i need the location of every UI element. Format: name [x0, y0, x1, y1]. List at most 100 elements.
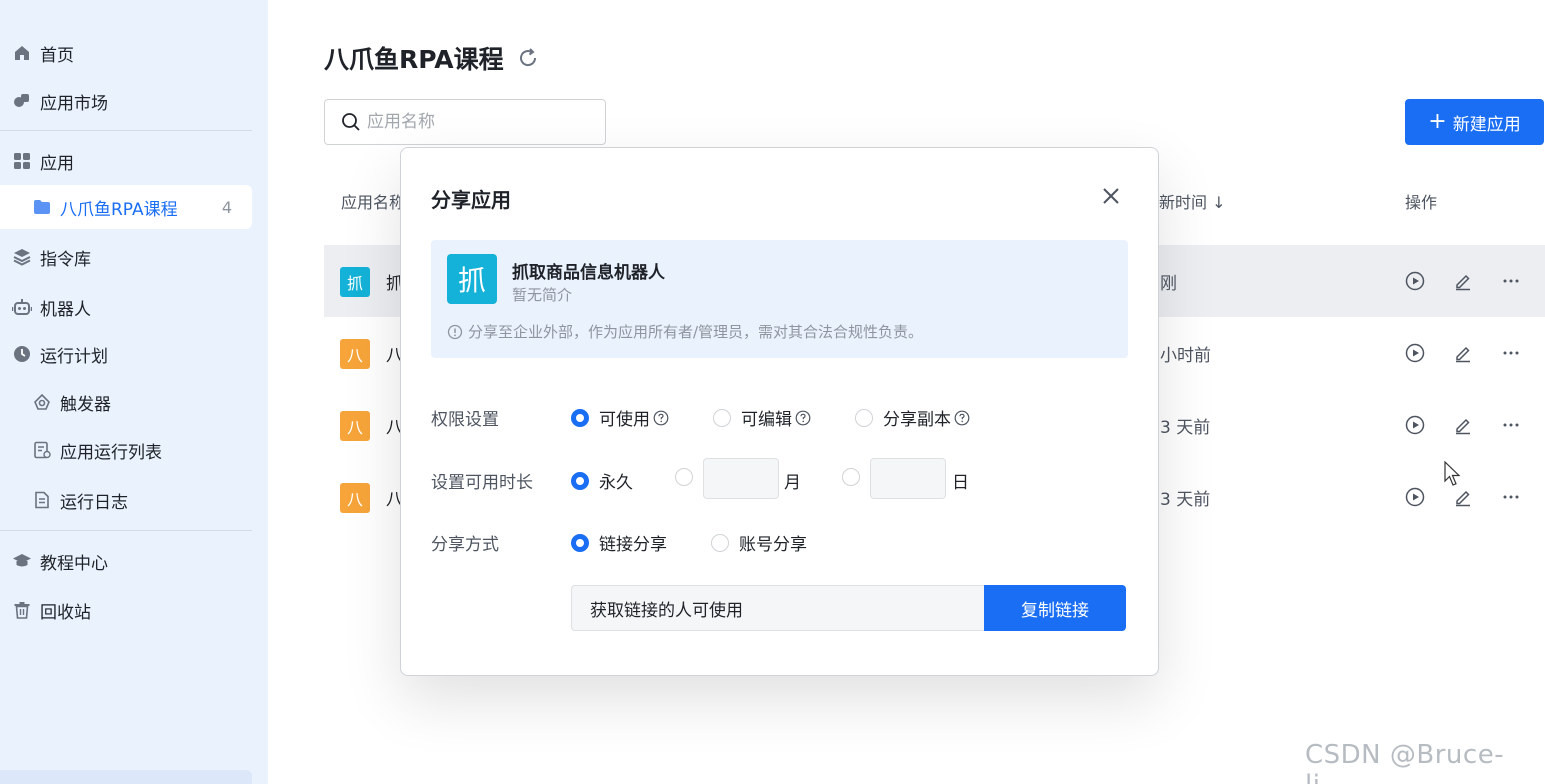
robot-icon — [12, 297, 32, 317]
nav-schedule-label: 运行计划 — [40, 346, 108, 367]
app-name: 抓取商品信息机器人 — [512, 263, 665, 283]
help-icon[interactable] — [653, 410, 669, 426]
nav-trigger[interactable]: 触发器 — [0, 380, 252, 424]
run-list-icon — [32, 440, 52, 460]
radio-label: 可编辑 — [741, 410, 792, 430]
month-unit: 月 — [784, 473, 801, 493]
permission-radio-copy[interactable]: 分享副本 — [855, 405, 970, 430]
radio-label: 分享副本 — [883, 410, 951, 430]
copy-link-button[interactable]: 复制链接 — [984, 585, 1126, 631]
search-box[interactable] — [324, 99, 606, 145]
day-unit: 日 — [952, 473, 969, 493]
share-radio-account[interactable]: 账号分享 — [711, 530, 807, 555]
market-icon — [12, 91, 32, 111]
run-icon[interactable] — [1404, 342, 1426, 364]
radio-checked — [571, 471, 589, 490]
new-app-button[interactable]: + 新建应用 — [1405, 99, 1544, 145]
run-icon[interactable] — [1404, 270, 1426, 292]
nav-home-label: 首页 — [40, 45, 74, 66]
app-tile: 八 — [340, 483, 370, 513]
nav-apps[interactable]: 应用 — [0, 139, 252, 183]
radio-unchecked — [842, 468, 860, 486]
edit-icon[interactable] — [1452, 342, 1474, 364]
nav-run-log-label: 运行日志 — [60, 492, 128, 513]
app-tile: 抓 — [340, 267, 370, 297]
help-icon[interactable] — [795, 410, 811, 426]
more-icon[interactable] — [1500, 342, 1522, 364]
duration-label: 设置可用时长 — [431, 473, 533, 493]
duration-radio-forever[interactable]: 永久 — [571, 468, 633, 493]
app-tile: 八 — [340, 411, 370, 441]
compliance-notice: 分享至企业外部，作为应用所有者/管理员，需对其合法合规性负责。 — [447, 321, 923, 342]
nav-app-run-list[interactable]: 应用运行列表 — [0, 428, 252, 472]
nav-command-library[interactable]: 指令库 — [0, 235, 252, 279]
more-icon[interactable] — [1500, 270, 1522, 292]
nav-app-run-list-label: 应用运行列表 — [60, 442, 162, 463]
app-info-card: 抓 抓取商品信息机器人 暂无简介 分享至企业外部，作为应用所有者/管理员，需对其… — [431, 240, 1128, 358]
run-icon[interactable] — [1404, 486, 1426, 508]
close-icon[interactable] — [1101, 186, 1121, 206]
nav-recycle-bin[interactable]: 回收站 — [0, 588, 252, 632]
nav-market[interactable]: 应用市场 — [0, 79, 252, 123]
col-header-updated[interactable]: 新时间 ↓ — [1159, 189, 1226, 213]
edit-icon[interactable] — [1452, 270, 1474, 292]
more-icon[interactable] — [1500, 486, 1522, 508]
nav-run-log[interactable]: 运行日志 — [0, 478, 252, 522]
radio-unchecked — [713, 408, 731, 427]
nav-market-label: 应用市场 — [40, 93, 108, 114]
refresh-icon[interactable] — [516, 46, 540, 70]
duration-radio-months[interactable] — [675, 468, 703, 486]
layers-icon — [12, 247, 32, 267]
app-description: 暂无简介 — [512, 286, 573, 304]
radio-unchecked — [711, 533, 729, 552]
days-input[interactable] — [870, 458, 946, 499]
modal-title: 分享应用 — [431, 188, 511, 212]
nav-tutorial-center-label: 教程中心 — [40, 553, 108, 574]
folder-icon — [32, 197, 52, 217]
share-link-field[interactable]: 获取链接的人可使用 — [571, 585, 985, 631]
share-radio-link[interactable]: 链接分享 — [571, 530, 667, 555]
watermark: CSDN @Bruce-li__ — [1305, 740, 1505, 784]
col-header-actions: 操作 — [1405, 193, 1438, 212]
apps-grid-icon — [12, 151, 32, 171]
mouse-cursor-icon — [1444, 460, 1462, 487]
nav-apps-label: 应用 — [40, 153, 74, 174]
search-icon — [341, 112, 361, 132]
search-input[interactable] — [367, 112, 587, 132]
radio-label: 永久 — [599, 473, 633, 493]
nav-tutorial-center[interactable]: 教程中心 — [0, 539, 252, 583]
run-icon[interactable] — [1404, 414, 1426, 436]
radio-checked — [571, 408, 589, 427]
updated-time: 3 天前 — [1160, 418, 1211, 438]
home-icon — [12, 43, 32, 63]
duration-radio-days[interactable] — [842, 468, 870, 486]
nav-recycle-bin-label: 回收站 — [40, 602, 91, 623]
nav-folder-rpa-course[interactable]: 八爪鱼RPA课程 4 — [0, 185, 252, 229]
page-title: 八爪鱼RPA课程 — [324, 45, 504, 74]
updated-time: 刚 — [1160, 274, 1177, 294]
more-icon[interactable] — [1500, 414, 1522, 436]
sidebar: 首页 应用市场 应用 八爪鱼RPA课程 4 指令库 机器人 运行计划 触发器 应… — [0, 0, 268, 784]
app-tile: 八 — [340, 339, 370, 369]
new-app-label: 新建应用 — [1452, 114, 1521, 135]
col-header-name[interactable]: 应用名称 — [341, 189, 405, 213]
edit-icon[interactable] — [1452, 414, 1474, 436]
updated-time: 3 天前 — [1160, 490, 1211, 510]
edit-icon[interactable] — [1452, 486, 1474, 508]
permission-radio-edit[interactable]: 可编辑 — [713, 405, 811, 430]
folder-count: 4 — [221, 197, 232, 217]
nav-home[interactable]: 首页 — [0, 31, 252, 75]
nav-divider — [0, 530, 252, 531]
info-icon — [447, 324, 463, 340]
months-input[interactable] — [703, 458, 779, 499]
radio-unchecked — [855, 408, 873, 427]
share-app-modal: 分享应用 抓 抓取商品信息机器人 暂无简介 分享至企业外部，作为应用所有者/管理… — [400, 147, 1159, 676]
share-method-label: 分享方式 — [431, 535, 499, 555]
graduation-cap-icon — [12, 551, 32, 571]
permission-radio-use[interactable]: 可使用 — [571, 405, 669, 430]
trash-icon — [12, 600, 32, 620]
help-icon[interactable] — [954, 410, 970, 426]
nav-schedule[interactable]: 运行计划 — [0, 332, 252, 376]
radio-label: 可使用 — [599, 410, 650, 430]
nav-robot[interactable]: 机器人 — [0, 285, 252, 329]
